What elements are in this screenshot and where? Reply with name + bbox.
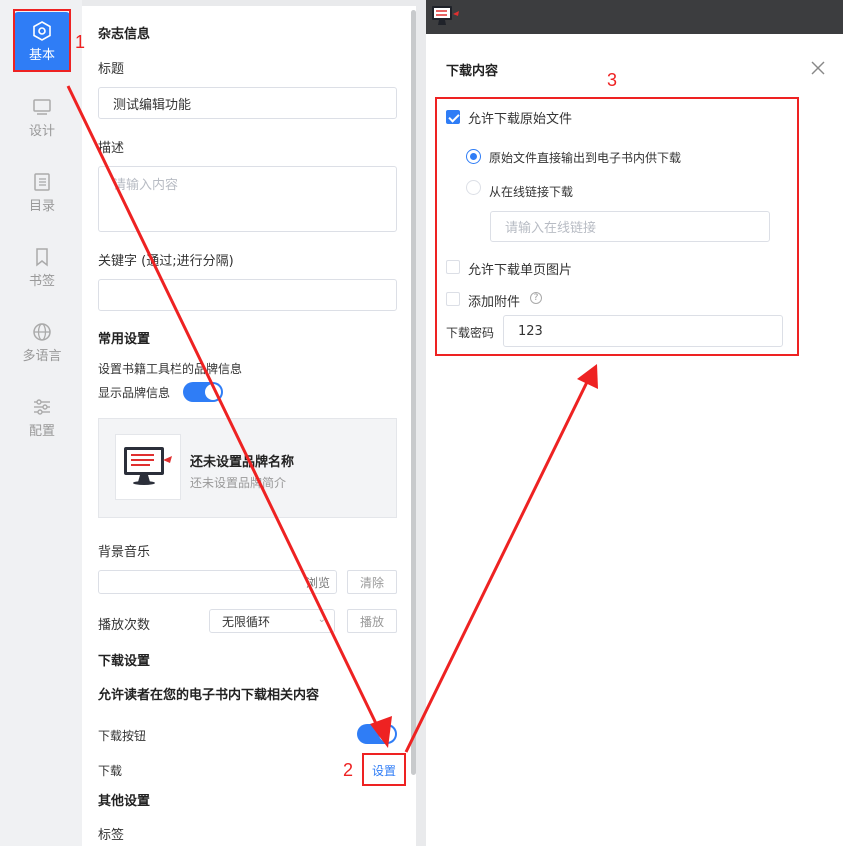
settings-panel: 杂志信息 标题 测试编辑功能 描述 请输入内容 关键字 (通过;进行分隔) 常用… [82, 6, 416, 846]
globe-icon [33, 323, 51, 341]
download-settings-heading: 下载设置 [98, 654, 151, 669]
monitor-icon [33, 99, 51, 115]
dialog-title: 下载内容 [446, 64, 499, 79]
bg-music-label: 背景音乐 [98, 545, 151, 560]
keywords-input[interactable] [98, 279, 397, 311]
sidebar-item-config[interactable]: 配置 [14, 388, 70, 448]
other-settings-heading: 其他设置 [98, 794, 151, 809]
show-brand-label: 显示品牌信息 [98, 386, 171, 400]
tags-label: 标签 [98, 828, 125, 843]
browse-button[interactable]: 浏览 [306, 574, 330, 591]
sidebar-item-language[interactable]: 多语言 [14, 313, 70, 373]
sidebar-item-bookmark[interactable]: 书签 [14, 238, 70, 298]
show-brand-toggle[interactable] [183, 382, 223, 402]
common-settings-heading: 常用设置 [98, 332, 151, 347]
sidebar-item-design[interactable]: 设计 [14, 88, 70, 148]
sidebar-item-label: 目录 [28, 199, 55, 214]
sidebar-item-label: 设计 [28, 124, 55, 139]
sidebar-item-label: 多语言 [22, 349, 62, 364]
play-count-value: 无限循环 [222, 614, 271, 629]
download-label: 下载 [98, 764, 123, 778]
bookmark-icon [36, 248, 48, 267]
download-button-label: 下载按钮 [98, 729, 147, 743]
annotation-number-2: 2 [343, 760, 354, 780]
play-button[interactable]: 播放 [347, 609, 397, 633]
sidebar-item-label: 配置 [28, 424, 55, 439]
title-input[interactable]: 测试编辑功能 [98, 87, 397, 119]
clear-button[interactable]: 清除 [347, 570, 397, 594]
description-label: 描述 [98, 141, 125, 156]
preview-toolbar [426, 0, 843, 34]
brand-name: 还未设置品牌名称 [190, 455, 295, 470]
description-textarea[interactable]: 请输入内容 [98, 166, 397, 232]
annotation-box-3 [435, 97, 799, 356]
download-button-toggle[interactable] [357, 724, 397, 744]
annotation-number-1: 1 [75, 32, 86, 52]
close-icon[interactable] [811, 61, 825, 75]
play-count-select[interactable]: 无限循环 ⌄ [209, 609, 335, 633]
monitor-logo-icon [124, 447, 172, 485]
icon-sidebar: 基本 设计 目录 书签 多语言 配置 [0, 0, 82, 846]
sliders-icon [34, 399, 50, 415]
annotation-number-3: 3 [607, 70, 618, 90]
annotation-box-2 [362, 753, 406, 786]
document-list-icon [34, 173, 50, 191]
brand-intro: 还未设置品牌简介 [190, 476, 287, 490]
title-label: 标题 [98, 62, 125, 77]
annotation-box-1 [13, 9, 71, 72]
magazine-info-heading: 杂志信息 [98, 27, 151, 42]
chevron-down-icon: ⌄ [317, 614, 326, 625]
brand-card[interactable]: 还未设置品牌名称 还未设置品牌简介 [98, 418, 397, 518]
brand-info-description: 设置书籍工具栏的品牌信息 [98, 362, 243, 376]
play-count-label: 播放次数 [98, 618, 151, 633]
download-description: 允许读者在您的电子书内下载相关内容 [98, 688, 320, 703]
keywords-label: 关键字 (通过;进行分隔) [98, 254, 234, 269]
sidebar-item-toc[interactable]: 目录 [14, 163, 70, 223]
sidebar-item-label: 书签 [28, 274, 55, 289]
monitor-logo-icon [432, 6, 459, 25]
panel-scrollbar[interactable] [411, 10, 416, 775]
bg-music-input[interactable]: 浏览 [98, 570, 337, 594]
brand-logo [115, 434, 181, 500]
